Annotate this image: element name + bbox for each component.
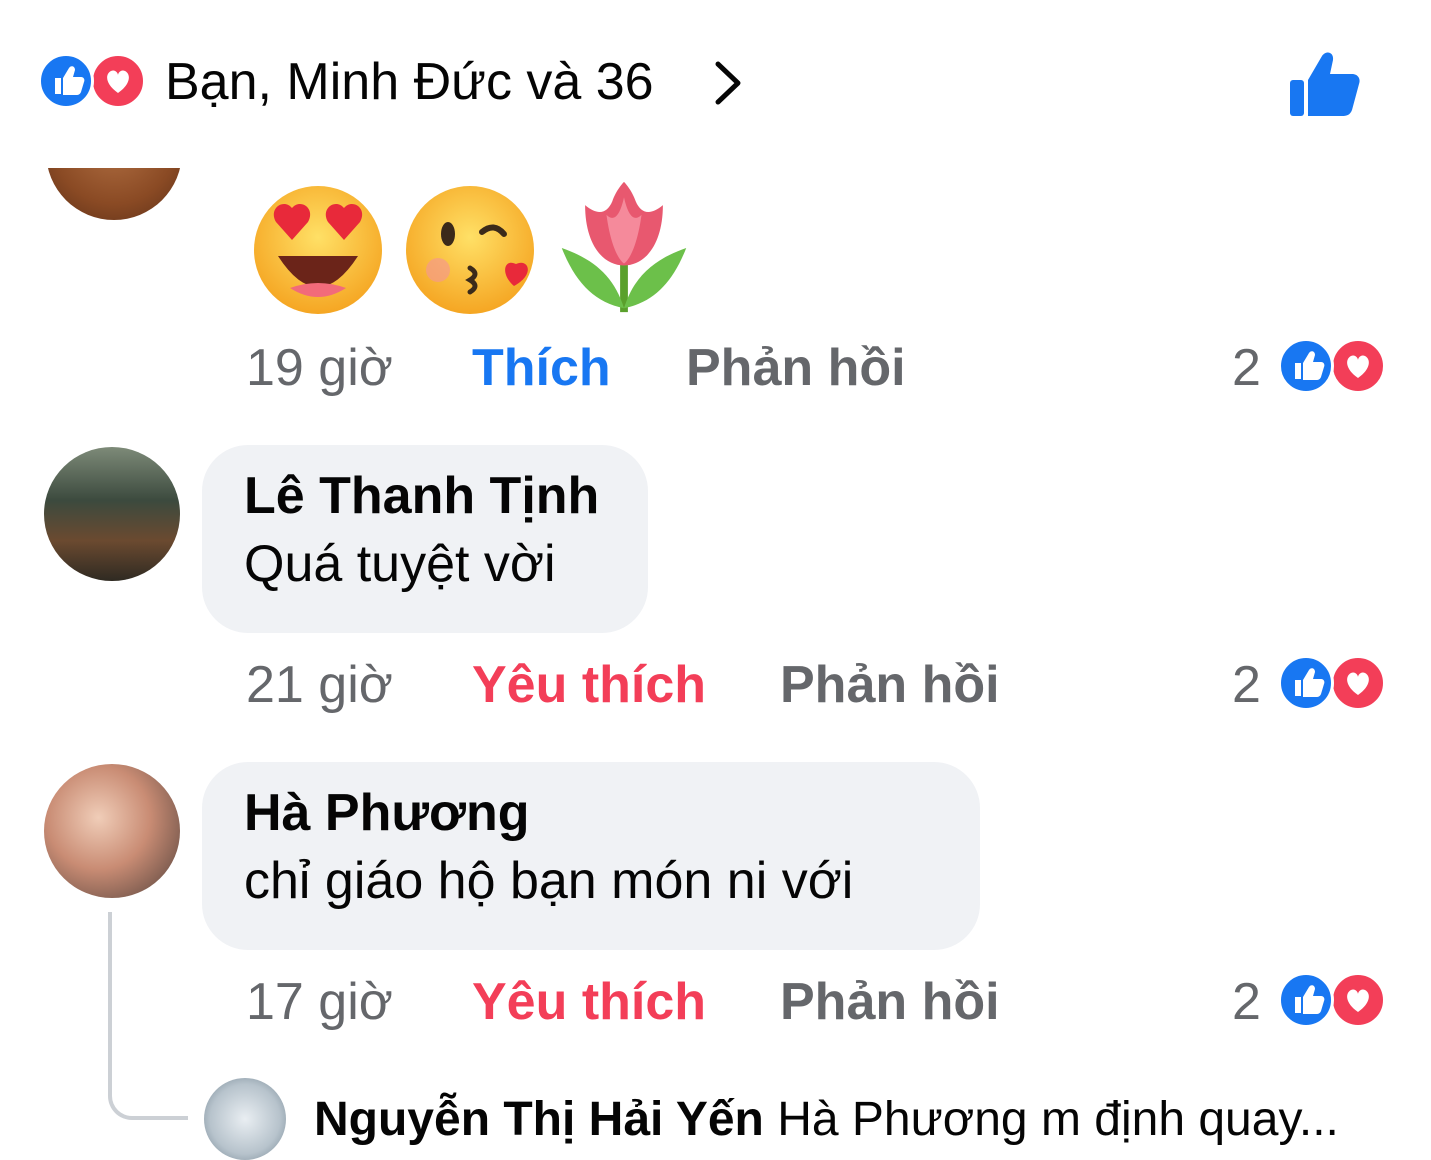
comment-text: Quá tuyệt vời bbox=[244, 534, 556, 593]
thumbs-up-icon[interactable] bbox=[1286, 48, 1362, 120]
love-reaction-icon bbox=[90, 53, 146, 109]
like-reaction-icon bbox=[1278, 338, 1334, 394]
header-reaction-icons[interactable] bbox=[38, 53, 150, 111]
love-reaction-icon bbox=[1330, 972, 1386, 1028]
comment-time: 19 giờ bbox=[246, 339, 393, 397]
love-reaction-icon bbox=[1330, 655, 1386, 711]
love-reaction-icon bbox=[1330, 338, 1386, 394]
comment-time: 21 giờ bbox=[246, 656, 393, 714]
comment-time: 17 giờ bbox=[246, 973, 393, 1031]
comment-author[interactable]: Hà Phương bbox=[244, 784, 938, 844]
comment-text: chỉ giáo hộ bạn món ni với bbox=[244, 851, 854, 910]
reaction-count[interactable]: 2 bbox=[1232, 655, 1261, 715]
reply-button[interactable]: Phản hồi bbox=[780, 655, 1000, 715]
comment-author[interactable]: Lê Thanh Tịnh bbox=[244, 467, 606, 527]
like-button[interactable]: Thích bbox=[472, 338, 611, 398]
reaction-count[interactable]: 2 bbox=[1232, 972, 1261, 1032]
like-button[interactable]: Yêu thích bbox=[472, 972, 706, 1032]
reaction-count[interactable]: 2 bbox=[1232, 338, 1261, 398]
comment-reaction-icons[interactable] bbox=[1278, 655, 1390, 711]
like-reaction-icon bbox=[1278, 655, 1334, 711]
like-reaction-icon bbox=[1278, 972, 1334, 1028]
like-reaction-icon bbox=[38, 53, 94, 109]
comment-bubble: Hà Phương chỉ giáo hộ bạn món ni với bbox=[202, 762, 980, 950]
like-button[interactable]: Yêu thích bbox=[472, 655, 706, 715]
reactions-summary-text[interactable]: Bạn, Minh Đức và 36 bbox=[165, 52, 654, 112]
avatar[interactable] bbox=[44, 764, 180, 898]
reply-button[interactable]: Phản hồi bbox=[686, 338, 906, 398]
reactions-header: Bạn, Minh Đức và 36 bbox=[0, 0, 1431, 168]
comment-reaction-icons[interactable] bbox=[1278, 338, 1390, 394]
tulip-emoji bbox=[561, 181, 687, 313]
reply-thread-line bbox=[108, 912, 188, 1120]
chevron-right-icon[interactable] bbox=[708, 58, 748, 108]
kissing-heart-emoji bbox=[406, 186, 534, 314]
comment-bubble: Lê Thanh Tịnh Quá tuyệt vời bbox=[202, 445, 648, 633]
comment-reaction-icons[interactable] bbox=[1278, 972, 1390, 1028]
avatar[interactable] bbox=[44, 447, 180, 581]
avatar[interactable] bbox=[204, 1078, 286, 1160]
reply-button[interactable]: Phản hồi bbox=[780, 972, 1000, 1032]
heart-eyes-emoji bbox=[254, 186, 382, 314]
reply-preview[interactable]: Nguyễn Thị Hải Yến Hà Phương m định quay… bbox=[314, 1092, 1339, 1147]
reply-author[interactable]: Nguyễn Thị Hải Yến bbox=[314, 1093, 764, 1146]
reply-text: Hà Phương m định quay... bbox=[777, 1093, 1339, 1146]
